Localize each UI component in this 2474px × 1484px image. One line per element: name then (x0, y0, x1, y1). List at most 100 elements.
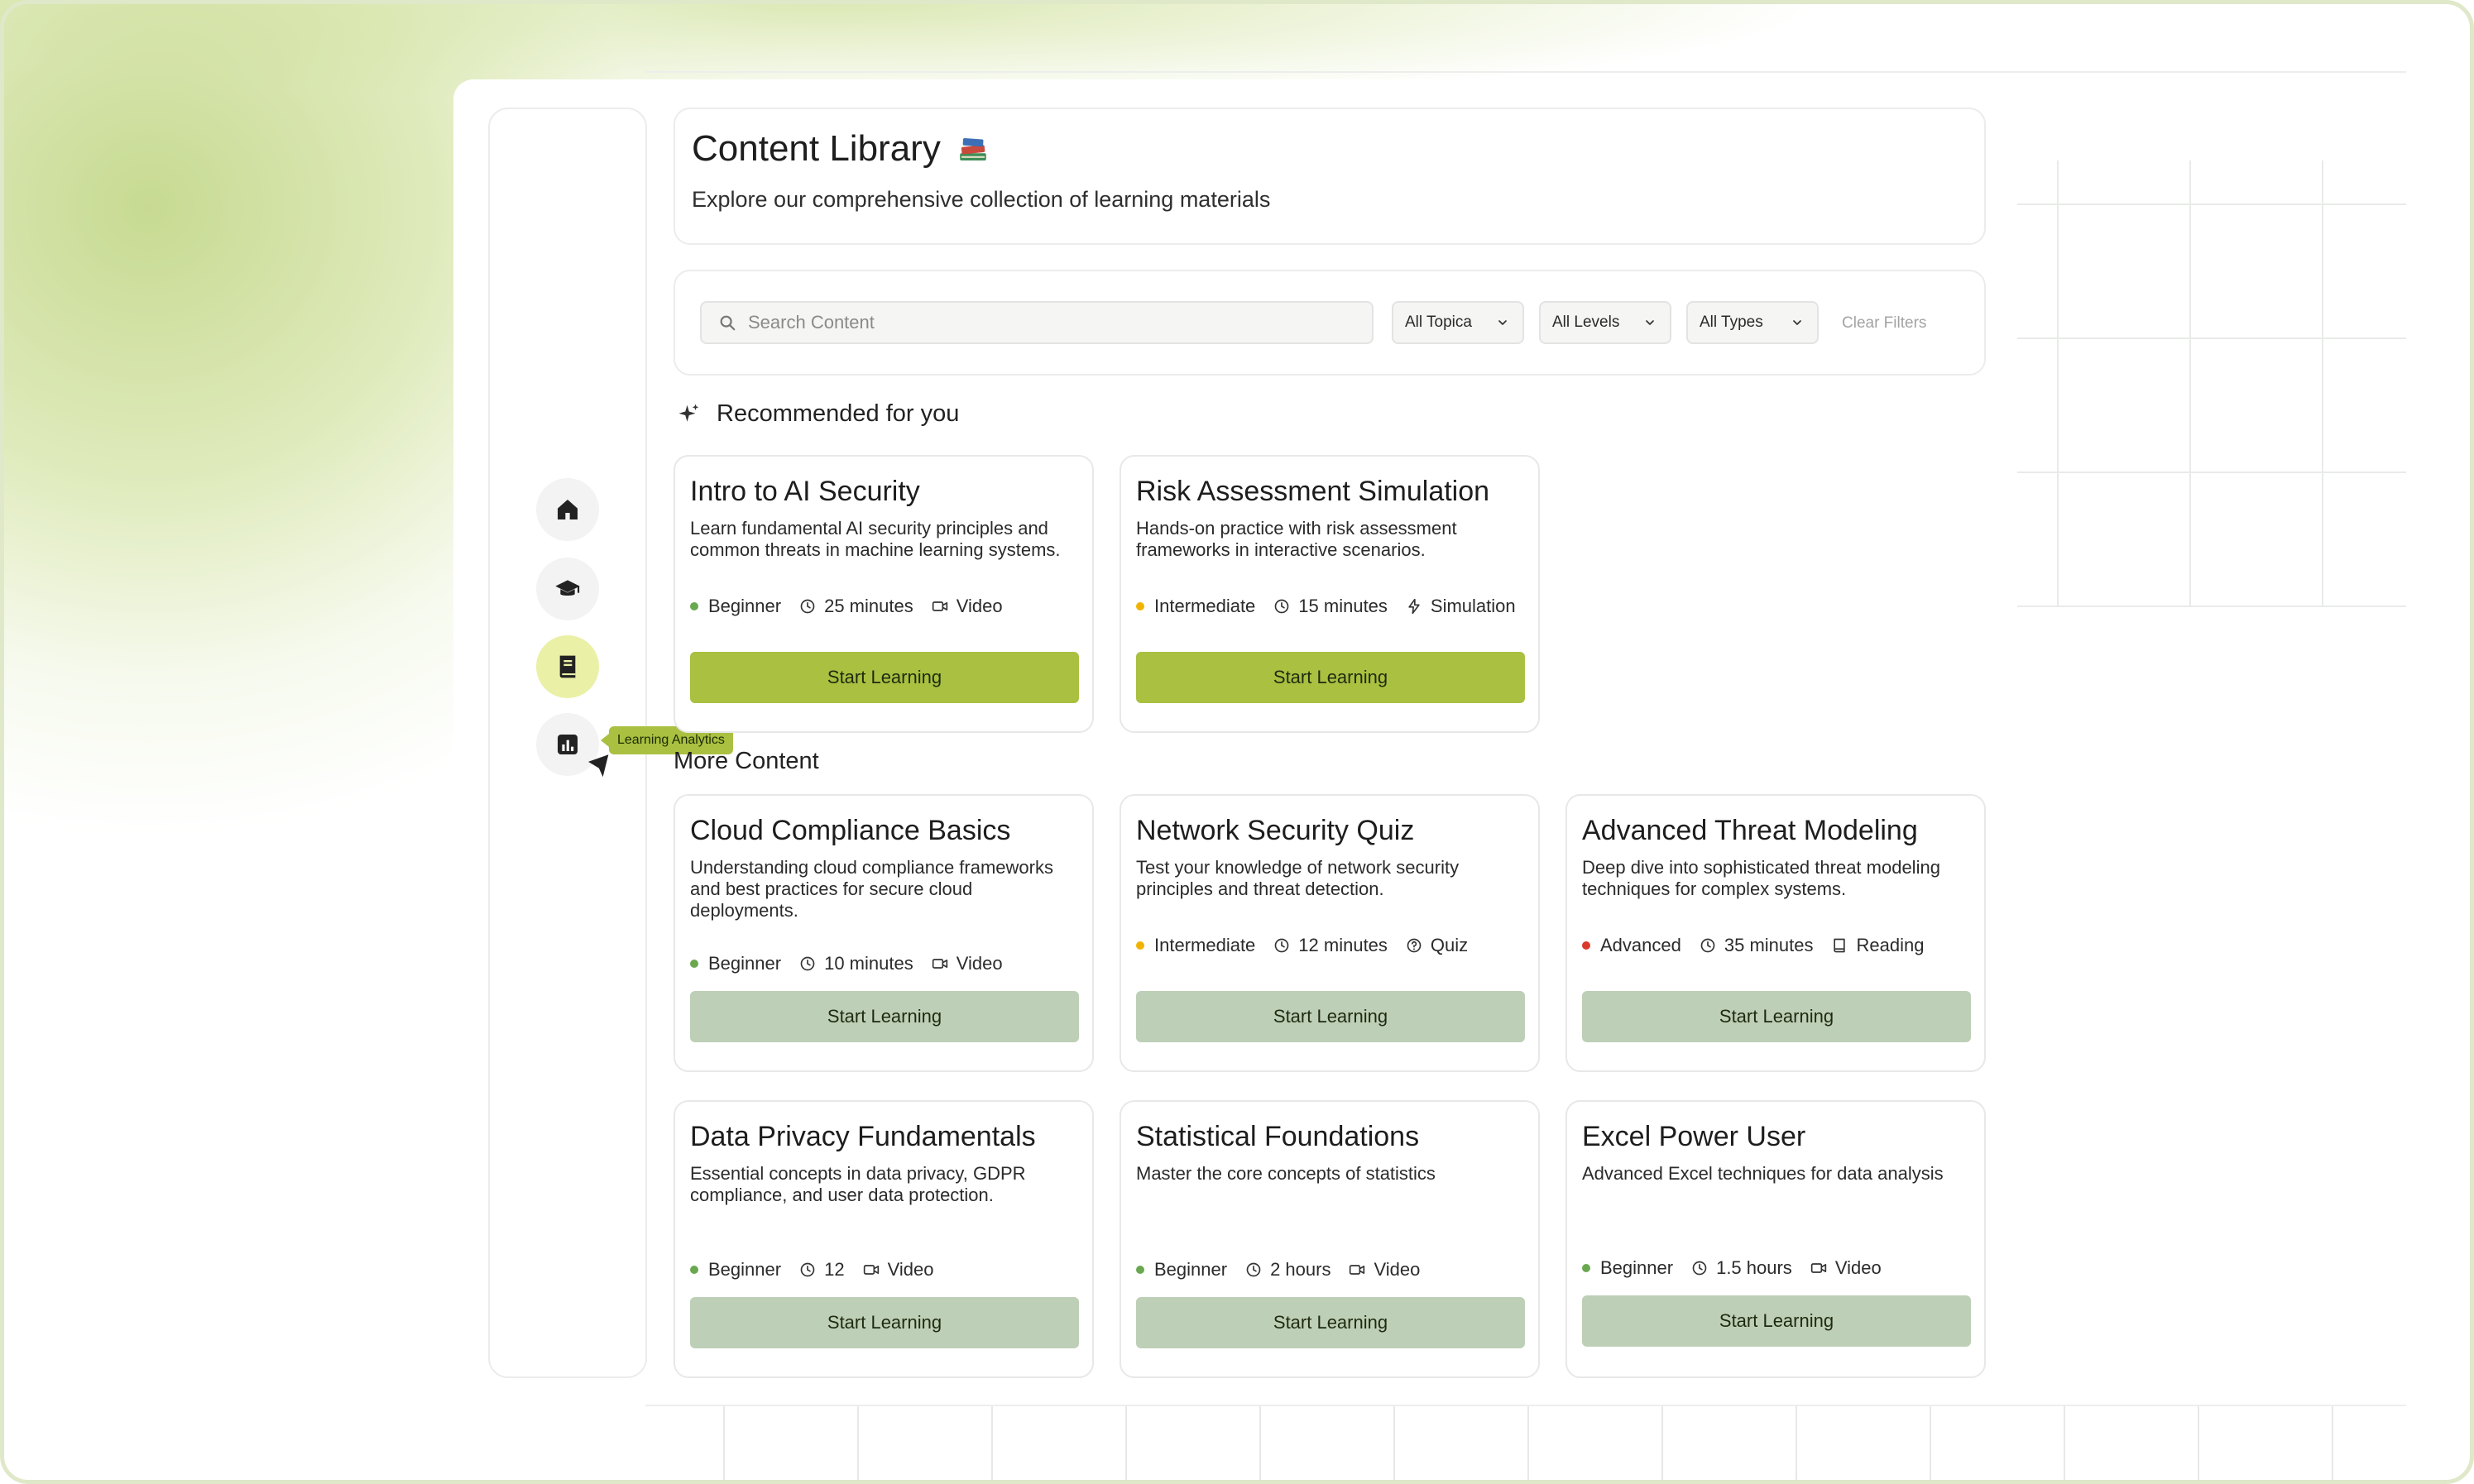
card-meta: Beginner 2 hours Video (1136, 1259, 1438, 1281)
chevron-down-icon (1793, 320, 1801, 325)
clock-icon (1246, 1262, 1261, 1277)
content-type: Video (1810, 1257, 1882, 1279)
clock-icon (1274, 599, 1289, 614)
book-icon (559, 655, 576, 678)
level-badge: Advanced (1582, 935, 1681, 956)
content-type-label: Video (1374, 1259, 1421, 1280)
clock-icon (1274, 938, 1289, 953)
duration-label: 25 minutes (824, 596, 913, 616)
card-meta: Intermediate 15 minutes Simulation (1136, 596, 1534, 617)
duration: 12 minutes (1273, 935, 1388, 956)
clock-icon (800, 599, 815, 614)
duration-label: 10 minutes (824, 953, 913, 974)
duration-label: 12 (824, 1259, 845, 1280)
sidebar-item-courses[interactable] (536, 558, 599, 620)
video-icon (1810, 1263, 1826, 1273)
clock-icon (800, 1262, 815, 1277)
card-meta: Advanced 35 minutes Reading (1582, 935, 1942, 956)
card-title: Statistical Foundations (1136, 1121, 1420, 1152)
search-input[interactable] (748, 312, 1360, 333)
duration: 2 hours (1245, 1259, 1330, 1281)
chevron-down-icon (1498, 320, 1507, 325)
level-dot (690, 602, 698, 610)
more-content-heading-text: More Content (674, 748, 819, 774)
duration: 12 (799, 1259, 845, 1281)
recommended-heading-text: Recommended for you (717, 400, 960, 427)
duration: 25 minutes (799, 596, 913, 617)
start-learning-button[interactable]: Start Learning (1136, 991, 1525, 1042)
sidebar-item-library[interactable] (536, 635, 599, 698)
content-type: Video (1349, 1259, 1420, 1281)
sidebar-item-home[interactable] (536, 478, 599, 541)
duration-label: 15 minutes (1298, 596, 1388, 616)
card-description: Test your knowledge of network security … (1136, 857, 1460, 899)
start-learning-button[interactable]: Start Learning (690, 1297, 1079, 1348)
video-icon (863, 1265, 879, 1275)
level-badge: Intermediate (1136, 935, 1255, 956)
card-description: Understanding cloud compliance framework… (690, 857, 1053, 921)
level-badge: Beginner (690, 953, 781, 974)
card-title: Data Privacy Fundamentals (690, 1121, 1036, 1152)
sparkles-icon (678, 404, 699, 422)
search-box[interactable] (700, 301, 1374, 344)
content-type: Quiz (1406, 935, 1468, 956)
duration-label: 1.5 hours (1716, 1257, 1792, 1278)
mouse-cursor-icon (587, 754, 609, 778)
card-description: Master the core concepts of statistics (1136, 1163, 1436, 1184)
level-dot (1582, 941, 1590, 950)
recommended-heading: Recommended for you (677, 400, 959, 428)
level-dot (1136, 941, 1144, 950)
more-content-heading: More Content (674, 748, 819, 775)
level-label: Intermediate (1154, 596, 1256, 616)
grid-decoration (2017, 160, 2406, 607)
card-title: Intro to AI Security (690, 476, 920, 507)
books-icon (960, 138, 986, 160)
level-label: Beginner (708, 953, 782, 974)
level-label: Beginner (1600, 1257, 1674, 1278)
level-dot (1136, 1266, 1144, 1274)
start-learning-button[interactable]: Start Learning (690, 652, 1079, 703)
start-learning-button[interactable]: Start Learning (1136, 1297, 1525, 1348)
level-dot (1136, 602, 1144, 610)
search-icon (720, 315, 736, 331)
start-learning-button[interactable]: Start Learning (1582, 1295, 1971, 1347)
card-meta: Beginner 10 minutes Video (690, 953, 1021, 974)
level-label: Beginner (708, 596, 782, 616)
card-description: Hands-on practice with risk assessment f… (1136, 518, 1457, 560)
start-learning-button[interactable]: Start Learning (690, 991, 1079, 1042)
card-meta: Intermediate 12 minutes Quiz (1136, 935, 1486, 956)
level-dot (690, 960, 698, 968)
clear-filters-button[interactable]: Clear Filters (1842, 314, 1926, 333)
card-description: Deep dive into sophisticated threat mode… (1582, 857, 1940, 899)
duration-label: 12 minutes (1298, 935, 1388, 955)
topics-select[interactable]: All Topica (1392, 301, 1524, 344)
level-label: Beginner (708, 1259, 782, 1280)
level-label: Intermediate (1154, 935, 1256, 955)
content-type: Simulation (1406, 596, 1516, 617)
levels-select[interactable]: All Levels (1539, 301, 1671, 344)
content-type-label: Video (1834, 1257, 1882, 1278)
duration: 1.5 hours (1691, 1257, 1792, 1279)
card-meta: Beginner 25 minutes Video (690, 596, 1021, 617)
content-card: Statistical Foundations Master the core c… (1120, 1100, 1540, 1378)
content-type-label: Video (956, 953, 1003, 974)
duration: 10 minutes (799, 953, 913, 974)
start-learning-button[interactable]: Start Learning (1136, 652, 1525, 703)
types-select[interactable]: All Types (1686, 301, 1819, 344)
chevron-down-icon (1646, 320, 1654, 325)
level-badge: Beginner (690, 1259, 781, 1281)
card-title: Risk Assessment Simulation (1136, 476, 1490, 507)
card-meta: Beginner 1.5 hours Video (1582, 1257, 1900, 1279)
content-type: Video (932, 953, 1003, 974)
video-icon (932, 959, 947, 969)
card-description: Learn fundamental AI security principles… (690, 518, 1061, 560)
start-learning-button[interactable]: Start Learning (1582, 991, 1971, 1042)
content-type-label: Video (887, 1259, 934, 1280)
content-card: Advanced Threat Modeling Deep dive into s… (1565, 794, 1986, 1072)
content-card: Excel Power User Advanced Excel technique… (1565, 1100, 1986, 1378)
question-icon (1407, 938, 1422, 953)
level-label: Advanced (1600, 935, 1681, 955)
content-type: Reading (1831, 935, 1924, 956)
grid-decoration-top (645, 71, 2406, 73)
level-dot (690, 1266, 698, 1274)
